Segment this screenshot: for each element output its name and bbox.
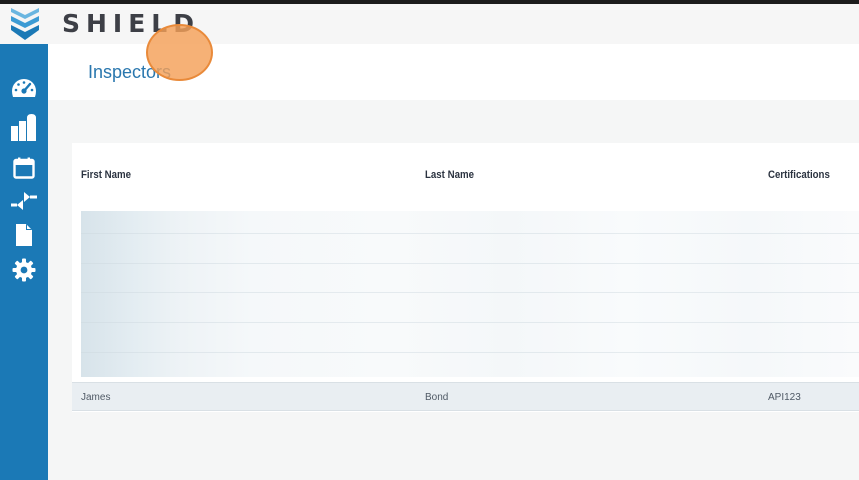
column-header-certifications[interactable]: Certifications [768, 168, 830, 182]
sidebar-item-dashboard[interactable] [0, 72, 48, 104]
sidebar-item-documents[interactable] [0, 219, 48, 251]
sidebar-item-calendar[interactable] [0, 152, 48, 184]
loading-placeholder-rows [81, 211, 859, 377]
shield-logo-icon [11, 8, 39, 40]
top-header: SHIELD [0, 4, 859, 44]
calendar-icon [13, 157, 35, 179]
column-header-last-name[interactable]: Last Name [425, 168, 474, 182]
facilities-buildings-icon [11, 114, 36, 141]
dashboard-gauge-icon [12, 79, 36, 97]
column-header-first-name[interactable]: First Name [81, 168, 131, 182]
sidebar-item-facilities[interactable] [0, 111, 48, 143]
document-icon [16, 224, 32, 246]
inspectors-table: First Name Last Name Certifications Jame… [72, 143, 859, 412]
sidebar-nav [0, 44, 48, 480]
gear-icon [12, 258, 36, 282]
cell-last-name: Bond [425, 392, 449, 403]
cursor-click-indicator [146, 24, 213, 81]
transfer-arrows-icon [11, 192, 37, 210]
cell-certifications: API123 [768, 392, 801, 403]
table-row[interactable]: James Bond API123 [72, 382, 859, 411]
cell-first-name: James [81, 392, 111, 403]
sidebar-item-settings[interactable] [0, 254, 48, 286]
sidebar-item-transfer[interactable] [0, 185, 48, 217]
